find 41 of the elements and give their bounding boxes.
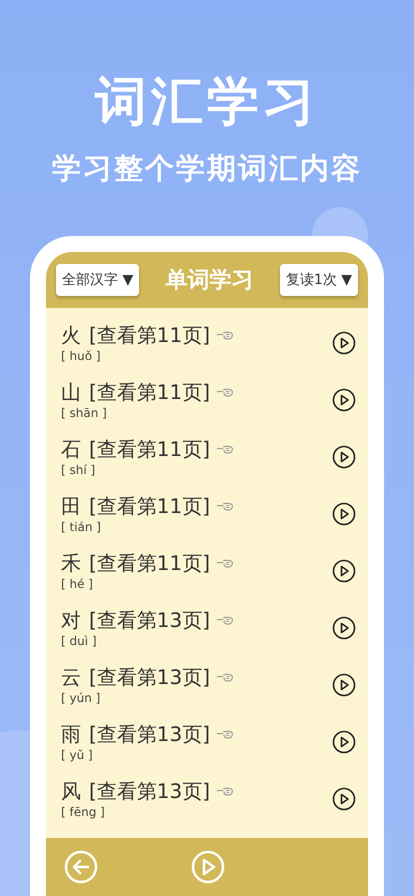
pinyin: [ huǒ ] bbox=[61, 349, 102, 363]
word-character: 对 bbox=[61, 607, 81, 634]
repeat-dropdown[interactable]: 复读1次 ▼ bbox=[280, 264, 358, 296]
play-icon[interactable] bbox=[332, 330, 356, 354]
subtitle: 学习整个学期词汇内容 bbox=[52, 150, 362, 187]
word-character: 禾 bbox=[61, 550, 81, 577]
screen-title: 单词学习 bbox=[166, 266, 254, 295]
page-link[interactable]: [查看第13页] bbox=[89, 607, 210, 634]
pinyin: [ yǔ ] bbox=[61, 748, 94, 762]
pinyin: [ tián ] bbox=[61, 520, 102, 534]
word-character: 田 bbox=[61, 493, 81, 520]
play-icon[interactable] bbox=[332, 444, 356, 468]
pinyin: [ fēng ] bbox=[61, 805, 106, 819]
page-link[interactable]: [查看第13页] bbox=[89, 721, 210, 748]
play-icon[interactable] bbox=[332, 388, 356, 412]
play-icon[interactable] bbox=[332, 730, 356, 754]
page-link[interactable]: [查看第11页] bbox=[89, 550, 210, 577]
word-character: 火 bbox=[61, 322, 81, 349]
play-icon[interactable] bbox=[332, 616, 356, 640]
filter-dropdown[interactable]: 全部汉字 ▼ bbox=[56, 264, 140, 296]
word-character: 风 bbox=[61, 778, 81, 805]
page-link[interactable]: [查看第13页] bbox=[89, 664, 210, 691]
play-icon[interactable] bbox=[332, 786, 356, 810]
page-link[interactable]: [查看第11页] bbox=[89, 322, 210, 349]
word-character: 云 bbox=[61, 664, 81, 691]
page-link[interactable]: [查看第11页] bbox=[89, 379, 210, 406]
play-icon[interactable] bbox=[332, 672, 356, 696]
word-character: 雨 bbox=[61, 721, 81, 748]
pinyin: [ duì ] bbox=[61, 634, 98, 648]
page-link[interactable]: [查看第11页] bbox=[89, 493, 210, 520]
pinyin: [ hé ] bbox=[61, 577, 94, 591]
pinyin: [ yún ] bbox=[61, 691, 102, 705]
page-link[interactable]: [查看第11页] bbox=[89, 436, 210, 463]
page-link[interactable]: [查看第13页] bbox=[89, 778, 210, 805]
pinyin: [ shān ] bbox=[61, 406, 108, 420]
headline: 词汇学习 bbox=[95, 71, 319, 134]
play-icon[interactable] bbox=[332, 502, 356, 526]
play-icon[interactable] bbox=[332, 558, 356, 582]
word-character: 石 bbox=[61, 436, 81, 463]
word-character: 山 bbox=[61, 379, 81, 406]
pinyin: [ shí ] bbox=[61, 463, 96, 477]
